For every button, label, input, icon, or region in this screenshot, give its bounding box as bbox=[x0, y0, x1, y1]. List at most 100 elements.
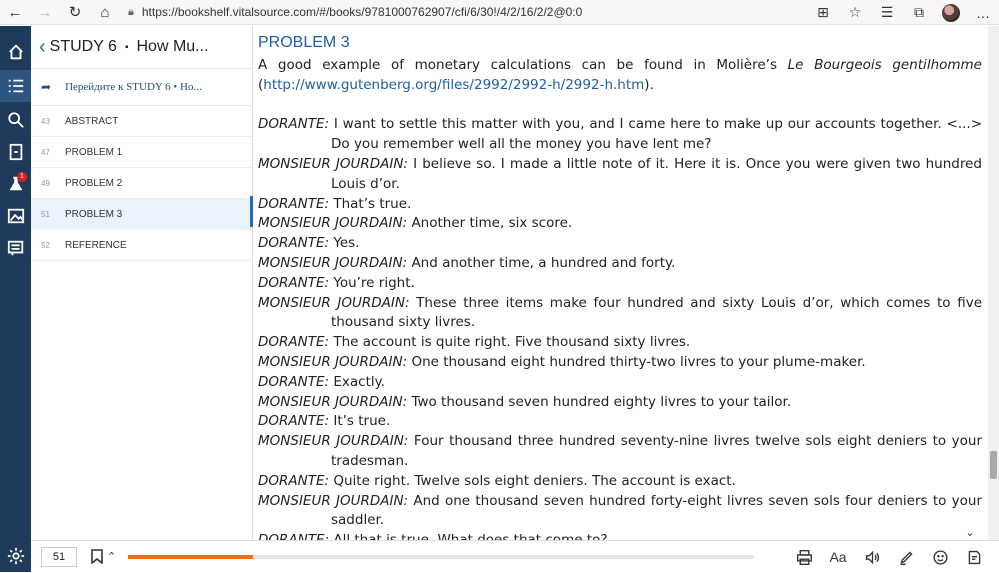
dialogue-text: Quite right. Twelve sols eight deniers. … bbox=[333, 472, 736, 489]
speaker-name: MONSIEUR JOURDAIN: bbox=[258, 215, 408, 232]
toc-header[interactable]: ‹ STUDY 6 ▪ How Mu... bbox=[31, 26, 252, 68]
toc-header-title: STUDY 6 bbox=[49, 38, 117, 55]
dialogue-text: The account is quite right. Five thousan… bbox=[333, 334, 691, 351]
dialogue-line: DORANTE: Yes. bbox=[258, 234, 982, 254]
book-title: Le Bourgeois gentilhomme bbox=[787, 57, 982, 73]
profile-avatar[interactable] bbox=[935, 0, 967, 25]
favorites-list-icon[interactable]: ☰ bbox=[871, 0, 903, 25]
jump-arrow-icon: ➦ bbox=[41, 80, 52, 94]
speaker-name: DORANTE: bbox=[258, 334, 330, 351]
chevron-down-icon[interactable]: ⌄ bbox=[962, 527, 978, 539]
notes-icon[interactable] bbox=[0, 232, 31, 264]
left-icon-rail: 1 bbox=[0, 26, 31, 572]
speaker-name: DORANTE: bbox=[258, 413, 330, 430]
font-settings-button[interactable]: Aa bbox=[821, 541, 855, 573]
speaker-name: MONSIEUR JOURDAIN: bbox=[258, 393, 408, 410]
toc-item-page: 43 bbox=[41, 116, 50, 126]
notification-badge: 1 bbox=[17, 172, 27, 182]
address-bar[interactable]: 🔒︎ https://bookshelf.vitalsource.com/#/b… bbox=[128, 2, 748, 23]
highlighter-icon[interactable] bbox=[889, 541, 923, 573]
notes-edit-icon[interactable] bbox=[957, 541, 991, 573]
forward-arrow-icon[interactable]: → bbox=[30, 0, 60, 25]
dialogue-line: MONSIEUR JOURDAIN: Four thousand three h… bbox=[258, 432, 982, 472]
reload-icon[interactable]: ↻ bbox=[60, 0, 90, 25]
dialogue-text: You’re right. bbox=[333, 274, 415, 291]
dialogue-text: Exactly. bbox=[333, 373, 385, 390]
reader-content: PROBLEM 3 A good example of monetary cal… bbox=[253, 26, 988, 540]
speaker-name: MONSIEUR JOURDAIN: bbox=[258, 433, 409, 450]
contents-list-icon[interactable] bbox=[0, 70, 31, 102]
page-number-input[interactable]: 51 bbox=[41, 546, 77, 567]
reading-progress-bar[interactable] bbox=[128, 554, 755, 559]
dialogue-text: I believe so. I made a little note of it… bbox=[331, 155, 982, 192]
dialogue-text: That’s true. bbox=[333, 195, 412, 212]
toc-jump-label: Перейдите к STUDY 6 • Ho... bbox=[65, 81, 202, 93]
page-title: PROBLEM 3 bbox=[258, 34, 350, 51]
speaker-name: MONSIEUR JOURDAIN: bbox=[258, 492, 409, 509]
toc-item-problem-2[interactable]: 49 PROBLEM 2 bbox=[31, 168, 252, 199]
speaker-name: DORANTE: bbox=[258, 472, 330, 489]
table-of-contents-panel: ‹ STUDY 6 ▪ How Mu... ➦ Перейдите к STUD… bbox=[31, 26, 253, 540]
gutenberg-link[interactable]: http://www.gutenberg.org/files/2992/2992… bbox=[263, 77, 644, 93]
reading-progress-fill bbox=[128, 554, 254, 559]
dialogue-text: And another time, a hundred and forty. bbox=[411, 254, 676, 271]
bookmark-button[interactable]: ⌃ bbox=[91, 549, 116, 564]
bottom-toolbar: 51 ⌃ Aa bbox=[31, 540, 999, 572]
scrollbar-thumb[interactable] bbox=[990, 451, 997, 479]
figures-image-icon[interactable] bbox=[0, 200, 31, 232]
collections-icon[interactable]: ⧉ bbox=[903, 0, 935, 25]
address-bar-url: https://bookshelf.vitalsource.com/#/book… bbox=[141, 5, 583, 19]
dialogue-line: MONSIEUR JOURDAIN: One thousand eight hu… bbox=[258, 353, 982, 373]
search-icon[interactable] bbox=[0, 104, 31, 136]
translate-icon[interactable]: ⊞ bbox=[807, 0, 839, 25]
toc-item-page: 51 bbox=[41, 209, 50, 219]
home-icon[interactable]: ⌂ bbox=[90, 0, 120, 25]
speaker-name: MONSIEUR JOURDAIN: bbox=[258, 353, 408, 370]
toc-item-label: PROBLEM 3 bbox=[65, 208, 123, 220]
book-details-icon[interactable] bbox=[0, 136, 31, 168]
toc-jump-link[interactable]: ➦ Перейдите к STUDY 6 • Ho... bbox=[31, 68, 252, 106]
toc-item-label: PROBLEM 2 bbox=[65, 177, 123, 189]
toc-item-page: 49 bbox=[41, 178, 50, 188]
toc-item-reference[interactable]: 52 REFERENCE bbox=[31, 230, 252, 261]
speaker-name: MONSIEUR JOURDAIN: bbox=[258, 294, 410, 311]
dialogue-text: I want to settle this matter with you, a… bbox=[331, 116, 983, 153]
settings-gear-icon[interactable] bbox=[0, 540, 31, 572]
toc-item-label: ABSTRACT bbox=[65, 115, 119, 127]
dialogue-line: DORANTE: The account is quite right. Fiv… bbox=[258, 333, 982, 353]
dialogue-line: MONSIEUR JOURDAIN: And another time, a h… bbox=[258, 254, 982, 274]
toc-header-subtitle: How Mu... bbox=[136, 38, 209, 55]
browser-toolbar: ← → ↻ ⌂ 🔒︎ https://bookshelf.vitalsource… bbox=[0, 0, 999, 25]
back-arrow-icon[interactable]: ← bbox=[0, 0, 30, 25]
more-menu-icon[interactable]: … bbox=[967, 0, 999, 25]
speaker-name: DORANTE: bbox=[258, 195, 330, 212]
dialogue-text: And one thousand seven hundred forty-eig… bbox=[331, 492, 982, 529]
dialogue-text: Another time, six score. bbox=[411, 215, 573, 232]
intro-paragraph: A good example of monetary calculations … bbox=[258, 56, 982, 96]
speaker-name: DORANTE: bbox=[258, 235, 330, 252]
chevron-up-icon[interactable]: ⌃ bbox=[107, 550, 116, 563]
dialogue-line: MONSIEUR JOURDAIN: These three items mak… bbox=[258, 294, 982, 334]
home-library-icon[interactable] bbox=[0, 36, 31, 68]
dialogue-text: All that is true. What does that come to… bbox=[333, 532, 607, 540]
feedback-smiley-icon[interactable] bbox=[923, 541, 957, 573]
print-icon[interactable] bbox=[787, 541, 821, 573]
dialogue-line: DORANTE: Exactly. bbox=[258, 373, 982, 393]
flashcards-flask-icon[interactable]: 1 bbox=[0, 168, 31, 200]
dialogue-text: One thousand eight hundred thirty-two li… bbox=[411, 353, 866, 370]
favorite-star-icon[interactable]: ☆ bbox=[839, 0, 871, 25]
dialogue-text: These three items make four hundred and … bbox=[331, 294, 982, 331]
toc-item-page: 52 bbox=[41, 240, 50, 250]
toc-item-abstract[interactable]: 43 ABSTRACT bbox=[31, 106, 252, 137]
scrollbar[interactable] bbox=[988, 26, 999, 540]
read-aloud-speaker-icon[interactable] bbox=[855, 541, 889, 573]
toc-item-problem-3[interactable]: 51 PROBLEM 3 bbox=[31, 199, 252, 230]
dialogue-line: DORANTE: That’s true. bbox=[258, 195, 982, 215]
dialogue-line: DORANTE: You’re right. bbox=[258, 274, 982, 294]
chevron-left-icon[interactable]: ‹ bbox=[39, 37, 46, 57]
dialogue-list: DORANTE: I want to settle this matter wi… bbox=[258, 115, 988, 540]
speaker-name: DORANTE: bbox=[258, 116, 330, 133]
dialogue-line: MONSIEUR JOURDAIN: And one thousand seve… bbox=[258, 492, 982, 532]
toc-item-problem-1[interactable]: 47 PROBLEM 1 bbox=[31, 137, 252, 168]
